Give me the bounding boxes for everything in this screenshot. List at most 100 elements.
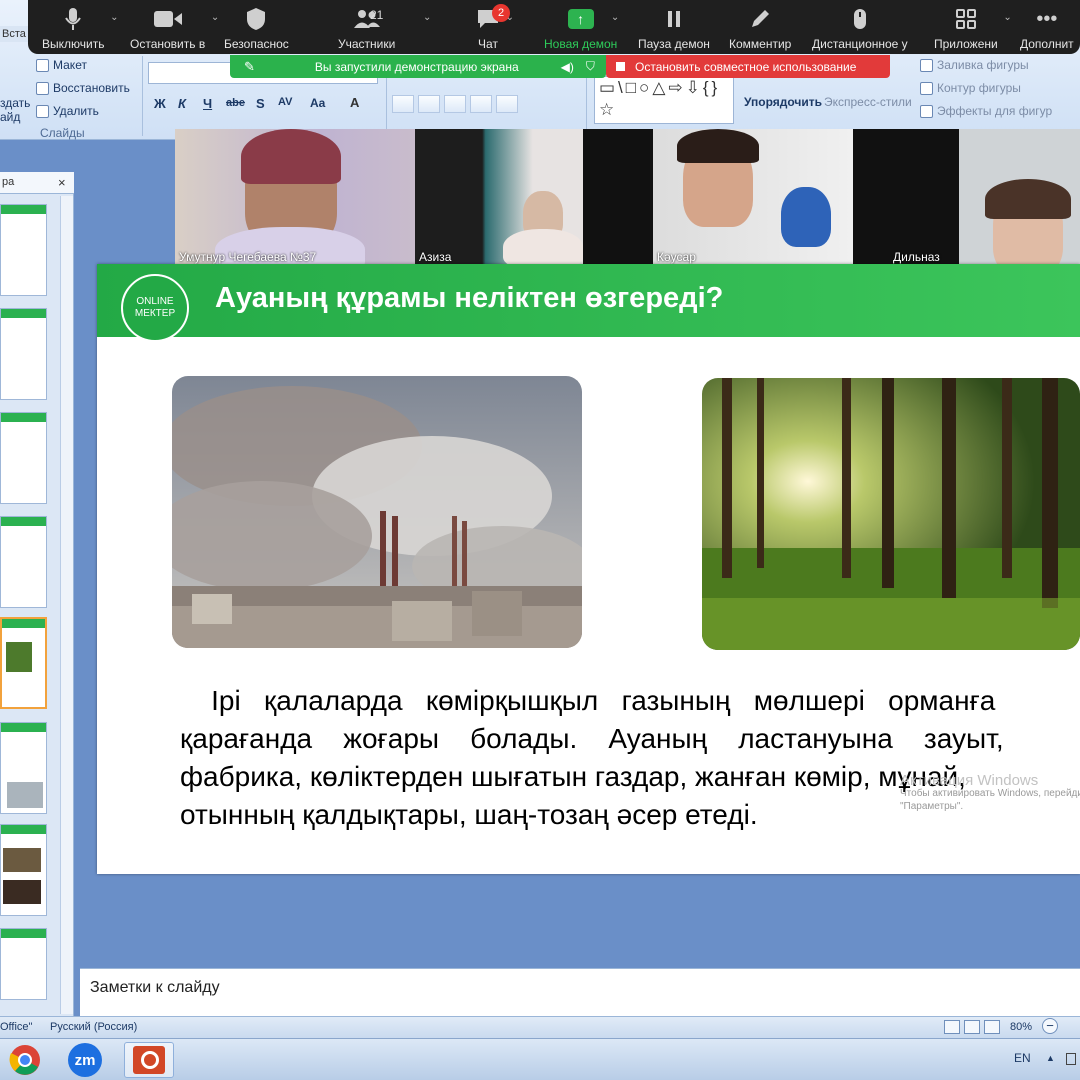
arrange-button[interactable]: Упорядочить (744, 95, 822, 109)
slide-thumbnail[interactable] (0, 824, 47, 916)
chevron-down-icon[interactable]: ⌄ (211, 12, 219, 23)
zoom-out-icon[interactable]: − (1042, 1018, 1058, 1034)
chevron-down-icon[interactable]: ⌄ (1003, 12, 1011, 23)
close-icon[interactable]: × (58, 175, 66, 190)
slide-thumbnail[interactable] (0, 412, 47, 504)
insert-tab[interactable]: Вста (0, 26, 30, 42)
tray-expand-icon[interactable]: ▲ (1046, 1053, 1055, 1063)
stop-video-label: Остановить в (130, 37, 206, 51)
quick-styles-button[interactable]: Экспресс-стили (824, 95, 912, 109)
chevron-down-icon[interactable]: ⌄ (423, 12, 431, 23)
chevron-down-icon[interactable]: ⌄ (110, 12, 118, 23)
mute-label: Выключить (42, 37, 105, 51)
participant-name: Дильназ (893, 250, 940, 264)
input-language-indicator[interactable]: EN (1014, 1051, 1031, 1065)
align-center-icon[interactable] (418, 95, 440, 113)
zoom-meeting-toolbar: Выключить ⌄ Остановить в ⌄ Безопаснос 21… (28, 0, 1080, 54)
pause-share-button[interactable]: Пауза демон (638, 4, 710, 51)
video-tile[interactable]: Дильназ (889, 129, 1080, 267)
annotate-button[interactable]: Комментир (729, 4, 791, 51)
more-button[interactable]: ••• Дополнит (1020, 4, 1074, 52)
hair-shape (677, 129, 759, 163)
slide-thumbnail[interactable] (0, 722, 47, 814)
hair-shape (985, 179, 1071, 219)
shield-check-icon: ⛉ (585, 59, 595, 73)
thumbnail-image (6, 642, 32, 672)
activation-title: Активация Windows (900, 772, 1039, 789)
chevron-down-icon[interactable]: ⌄ (611, 12, 619, 23)
italic-button[interactable]: К (178, 96, 186, 111)
layout-button[interactable]: Макет (36, 58, 87, 72)
thumbnail-header (1, 825, 46, 834)
chevron-down-icon[interactable]: ⌄ (506, 12, 514, 23)
strikethrough-button[interactable]: abe (226, 97, 245, 109)
shape-outline-button[interactable]: Контур фигуры (920, 81, 1021, 95)
new-share-button[interactable]: ↑ Новая демон ⌄ (544, 4, 619, 51)
shadow-button[interactable]: S (256, 96, 265, 111)
slide-thumbnail[interactable] (0, 308, 47, 400)
new-slide-label-2[interactable]: айд (0, 110, 20, 124)
apps-button[interactable]: Приложени ⌄ (934, 4, 1012, 51)
slide-title: Ауаның құрамы неліктен өзгереді? (215, 282, 724, 314)
pause-icon (666, 4, 682, 34)
layout-label: Макет (53, 58, 87, 72)
chrome-taskbar-button[interactable] (0, 1042, 50, 1078)
slides-tab[interactable]: ра × (0, 172, 74, 194)
shape-fill-label: Заливка фигуры (937, 58, 1029, 72)
thumbnail-header (1, 205, 46, 214)
normal-view-icon[interactable] (944, 1020, 960, 1034)
shape-effects-label: Эффекты для фигур (937, 104, 1053, 118)
slide-thumbnail[interactable] (0, 516, 47, 608)
new-slide-label-1[interactable]: здать (0, 96, 30, 110)
slide-thumbnail-current[interactable] (0, 617, 47, 709)
chat-button[interactable]: 2 Чат ⌄ (476, 4, 514, 51)
slide-thumbnail[interactable] (0, 204, 47, 296)
slide-notes-field[interactable]: Заметки к слайду (80, 968, 1080, 1016)
justify-icon[interactable] (470, 95, 492, 113)
zoom-taskbar-button[interactable]: zm (60, 1042, 110, 1078)
stop-share-button[interactable]: Остановить совместное использование (606, 55, 890, 78)
align-right-icon[interactable] (444, 95, 466, 113)
restore-button[interactable]: Восстановить (36, 81, 130, 95)
participant-name: Умутнур Чегебаева №37 (179, 250, 317, 264)
slide-thumbnail[interactable] (0, 928, 47, 1000)
shape-outline-label: Контур фигуры (937, 81, 1021, 95)
shapes-gallery[interactable]: ▭\□○△⇨⇩{}☆ (594, 76, 734, 124)
font-color-button[interactable]: A (350, 95, 359, 110)
participant-name: Азиза (419, 250, 452, 264)
security-button[interactable]: Безопаснос (224, 4, 289, 51)
video-tile[interactable]: Умутнур Чегебаева №37 (175, 129, 415, 267)
effects-icon (920, 104, 933, 118)
zoom-level[interactable]: 80% (1010, 1021, 1032, 1033)
powerpoint-taskbar-button[interactable] (124, 1042, 174, 1078)
stop-square-icon (616, 62, 625, 71)
shield-icon (246, 4, 266, 34)
slideshow-icon[interactable] (984, 1020, 1000, 1034)
columns-icon[interactable] (496, 95, 518, 113)
chat-label: Чат (478, 37, 498, 51)
pin-icon[interactable]: ✎ (244, 59, 255, 75)
shape-effects-button[interactable]: Эффекты для фигур (920, 104, 1052, 118)
audio-icon[interactable]: ◀) (561, 60, 574, 74)
mute-button[interactable]: Выключить ⌄ (42, 4, 118, 51)
network-icon[interactable] (1066, 1053, 1076, 1065)
align-left-icon[interactable] (392, 95, 414, 113)
change-case-button[interactable]: Aa (310, 96, 325, 110)
participants-button[interactable]: 21 Участники ⌄ (338, 4, 431, 51)
apps-label: Приложени (934, 37, 998, 51)
shape-fill-button[interactable]: Заливка фигуры (920, 58, 1029, 72)
participants-label: Участники (338, 37, 396, 51)
delete-button[interactable]: Удалить (36, 104, 99, 118)
thumbnail-header (2, 619, 45, 628)
thumbnail-scrollbar[interactable] (60, 196, 73, 1014)
video-tile[interactable]: Кәусар (653, 129, 853, 267)
participant-name: Кәусар (657, 250, 696, 264)
bold-button[interactable]: Ж (154, 96, 166, 111)
remote-control-button[interactable]: Дистанционное у (812, 4, 908, 51)
slide-sorter-icon[interactable] (964, 1020, 980, 1034)
language-indicator[interactable]: Русский (Россия) (50, 1021, 137, 1033)
video-tile[interactable]: Азиза (415, 129, 583, 267)
underline-button[interactable]: Ч (203, 96, 212, 111)
char-spacing-button[interactable]: AV (278, 96, 292, 108)
stop-video-button[interactable]: Остановить в ⌄ (130, 4, 219, 51)
